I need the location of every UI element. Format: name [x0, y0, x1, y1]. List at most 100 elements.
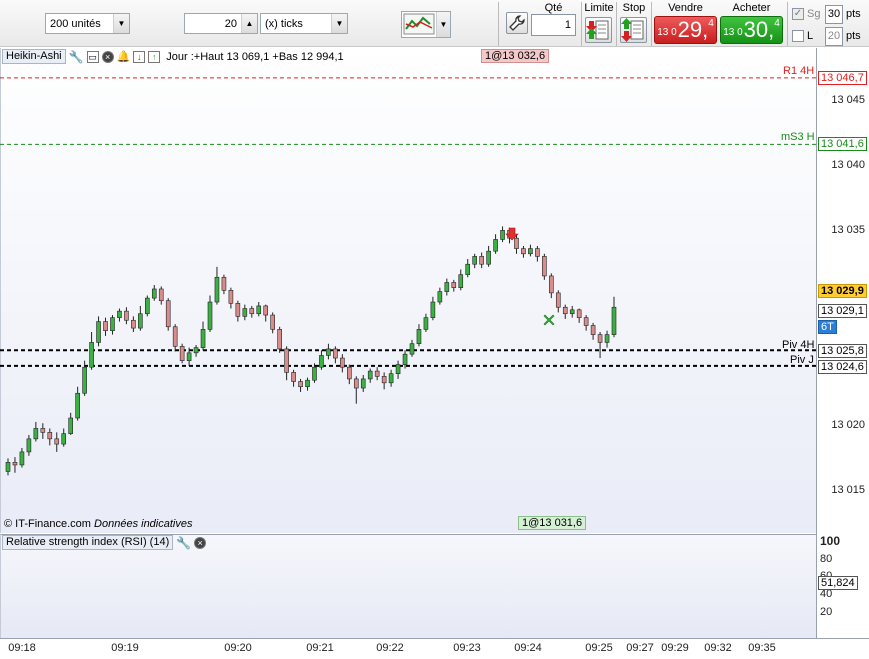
candle-down [479, 256, 484, 265]
candle-down [521, 248, 526, 255]
candle-up [395, 364, 401, 374]
y-tick: 13 020 [831, 419, 865, 431]
candle-up [437, 291, 443, 303]
candle-up [96, 321, 101, 343]
x-tick: 09:18 [8, 642, 36, 654]
x-tick: 09:25 [585, 642, 613, 654]
candle-down [333, 348, 338, 359]
candle-up [242, 308, 248, 317]
x-tick: 09:27 [626, 642, 654, 654]
candle-down [235, 303, 241, 317]
candle-down [284, 348, 289, 373]
candle-up [110, 317, 115, 331]
candle-up [486, 250, 491, 265]
candle-up [472, 256, 477, 265]
x-tick: 09:29 [661, 642, 689, 654]
candle-up [200, 329, 206, 348]
candle-up [409, 343, 415, 355]
wrench-icon[interactable]: 🔧 [69, 50, 84, 64]
candle-down [542, 256, 547, 277]
candle-down [179, 346, 185, 361]
candle-down [54, 438, 60, 445]
candle-down [340, 357, 345, 368]
candle-up [458, 274, 464, 288]
candle-up [569, 309, 575, 315]
candle-down [47, 432, 53, 440]
tick-count-tag: 6T [818, 320, 837, 334]
x-tick: 09:20 [224, 642, 252, 654]
rsi-value-box: 51,824 [818, 576, 858, 590]
candle-down [277, 329, 282, 350]
piv-4h-label: Piv 4H [782, 339, 815, 351]
candle-down [12, 462, 18, 466]
buy-arrow-icon[interactable]: ↑ [148, 50, 161, 63]
candle-down [451, 282, 457, 288]
chart-type-label[interactable]: Heikin-Ashi [2, 49, 66, 64]
close-icon[interactable]: × [101, 50, 114, 63]
candle-down [381, 376, 387, 384]
copyright-text: © IT-Finance.com [4, 518, 91, 530]
candle-down [172, 326, 178, 347]
piv-4h-price-box: 13 025,8 [818, 344, 867, 358]
candle-up [423, 317, 429, 330]
candle-up [493, 239, 498, 252]
day-range-info: Jour :+Haut 13 069,1 +Bas 12 994,1 [166, 50, 344, 63]
y-tick: 13 035 [831, 224, 865, 236]
current-price-box: 13 029,9 [818, 284, 867, 298]
x-tick: 09:22 [376, 642, 404, 654]
r1-price-box: 13 046,7 [818, 71, 867, 85]
rsi-title[interactable]: Relative strength index (RSI) (14) [2, 535, 174, 550]
candle-down [249, 308, 255, 315]
x-tick: 09:24 [514, 642, 542, 654]
candle-up [89, 342, 94, 368]
candle-up [82, 366, 87, 394]
buy-order-annotation[interactable]: 1@13 031,6 [518, 516, 587, 530]
x-tick: 09:35 [748, 642, 776, 654]
candle-down [221, 276, 227, 291]
candle-down [535, 248, 540, 257]
sell-order-annotation[interactable]: 1@13 032,6 [481, 49, 550, 63]
candle-down [590, 325, 596, 335]
candle-down [131, 319, 136, 329]
candle-down [291, 372, 296, 382]
candle-up [214, 276, 220, 303]
candle-up [207, 301, 213, 330]
candle-up [5, 462, 11, 472]
candle-up [33, 428, 39, 440]
window-icon[interactable]: ▭ [86, 50, 99, 63]
candle-down [576, 309, 582, 318]
candle-down [353, 378, 359, 389]
sell-arrow-icon[interactable]: ↓ [133, 50, 146, 63]
candle-down [40, 428, 46, 433]
buy-marker-icon [543, 314, 555, 326]
candle-down [347, 366, 352, 380]
rsi-tick: 100 [820, 534, 841, 548]
ms3-h-label: mS3 H [781, 131, 815, 143]
y-tick: 13 040 [831, 159, 865, 171]
wrench-icon[interactable]: 🔧 [176, 536, 191, 550]
candle-down [158, 288, 164, 302]
piv-j-label: Piv J [790, 354, 814, 366]
candle-up [319, 355, 324, 368]
candle-down [597, 334, 603, 343]
bell-icon[interactable]: 🔔 [117, 50, 131, 63]
y-tick: 13 045 [831, 94, 865, 106]
x-tick: 09:21 [306, 642, 334, 654]
candle-down [103, 321, 108, 331]
candle-up [193, 347, 199, 354]
candle-up [61, 433, 67, 445]
close-icon[interactable]: × [194, 536, 207, 549]
candle-up [500, 230, 505, 240]
candle-up [611, 306, 617, 335]
candle-up [26, 438, 32, 453]
chart-title-bar: Heikin-Ashi 🔧 ▭ × 🔔 ↓ ↑ Jour :+Haut 13 0… [2, 49, 344, 64]
candle-down [514, 237, 519, 249]
candle-up [312, 366, 317, 381]
candle-down [555, 292, 561, 308]
candle-up [465, 263, 471, 275]
candle-up [388, 373, 394, 384]
candle-up [444, 282, 450, 292]
candle-up [416, 329, 422, 345]
candle-down [270, 314, 275, 330]
candle-up [186, 352, 192, 361]
